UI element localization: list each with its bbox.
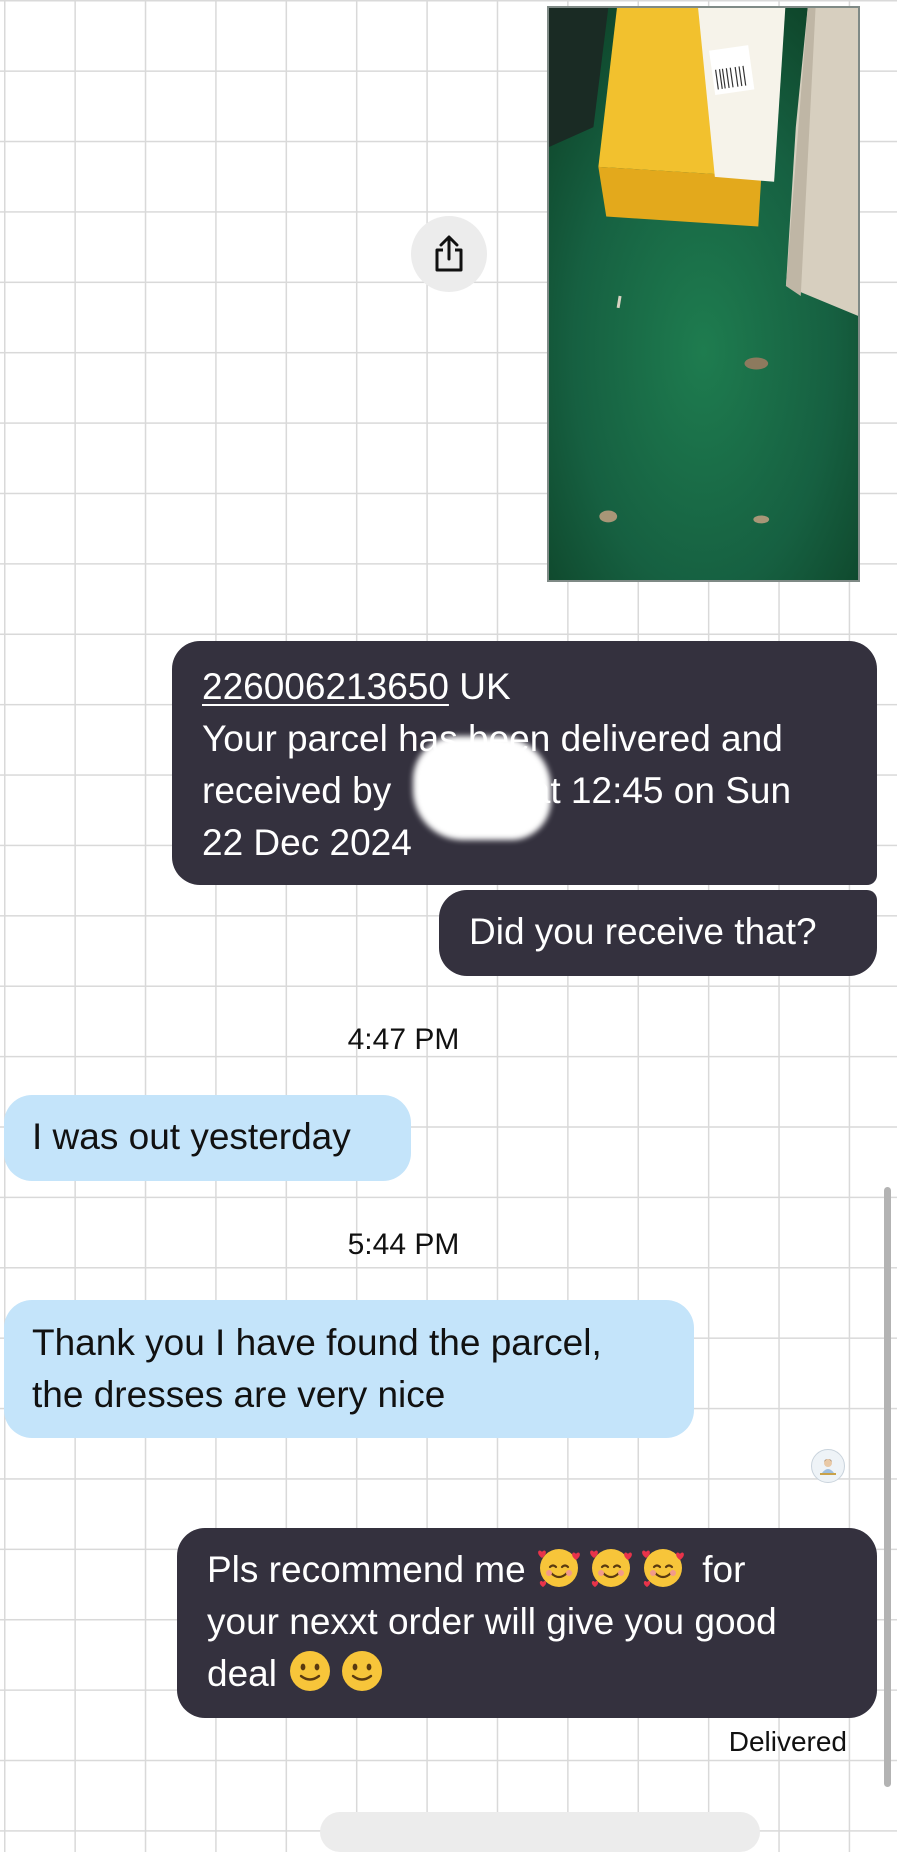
tracking-number-link[interactable]: 226006213650 xyxy=(202,666,449,707)
contact-avatar[interactable] xyxy=(811,1449,845,1483)
message-bubble-outgoing[interactable]: Pls recommend me for your nexxt order wi… xyxy=(177,1528,877,1718)
smiling-face-with-hearts-icon xyxy=(536,1544,582,1590)
message-text: deal xyxy=(207,1653,288,1694)
message-text: received by xyxy=(202,770,402,811)
message-line: Thank you I have found the parcel, xyxy=(32,1322,602,1363)
message-input-field[interactable] xyxy=(320,1812,760,1852)
message-line: the dresses are very nice xyxy=(32,1374,446,1415)
message-line: Pls recommend me for xyxy=(207,1544,877,1596)
share-icon xyxy=(435,235,463,272)
message-line: deal xyxy=(207,1648,877,1700)
delivery-status: Delivered xyxy=(728,1726,847,1757)
smiling-face-with-hearts-icon xyxy=(640,1544,686,1590)
scrollbar[interactable] xyxy=(884,1187,891,1787)
timestamp: 4:47 PM xyxy=(347,1023,460,1056)
message-text: Pls recommend me xyxy=(207,1549,536,1590)
message-text: at 12:45 on Sun xyxy=(519,770,792,811)
message-bubble-incoming[interactable]: I was out yesterday xyxy=(4,1095,411,1181)
message-text: for xyxy=(692,1549,746,1590)
message-line: 226006213650 UK xyxy=(202,661,851,713)
tracking-suffix: UK xyxy=(448,666,511,707)
timestamp: 5:44 PM xyxy=(347,1228,460,1261)
parcel-photo-image xyxy=(549,8,858,580)
redaction-blur xyxy=(413,736,551,840)
smiling-face-with-hearts-icon xyxy=(588,1544,634,1590)
avatar-icon xyxy=(820,1459,836,1475)
share-button[interactable] xyxy=(411,216,487,292)
message-line: your nexxt order will give you good xyxy=(207,1601,777,1642)
slightly-smiling-face-icon xyxy=(287,1648,333,1694)
message-bubble-outgoing[interactable]: Did you receive that? xyxy=(439,890,877,976)
parcel-photo[interactable] xyxy=(547,6,860,582)
message-bubble-incoming[interactable]: Thank you I have found the parcel, the d… xyxy=(4,1300,694,1438)
slightly-smiling-face-icon xyxy=(339,1648,385,1694)
